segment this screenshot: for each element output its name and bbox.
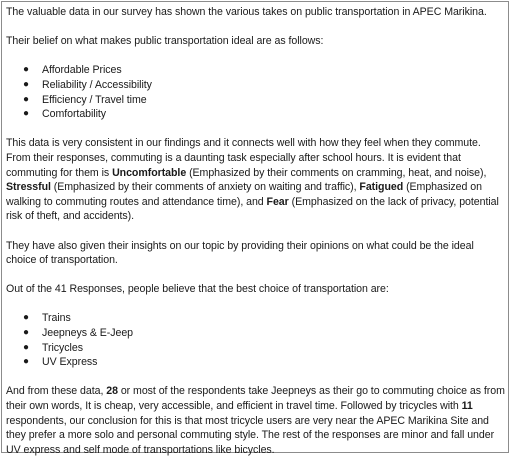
list-item: ● UV Express xyxy=(6,355,506,370)
list-item: ● Jeepneys & E-Jeep xyxy=(6,326,506,341)
list-item-text: Reliability / Accessibility xyxy=(42,78,152,91)
list-item-text: Comfortability xyxy=(42,108,107,121)
insights-paragraph: They have also given their insights on o… xyxy=(6,239,474,267)
responses-paragraph: Out of the 41 Responses, people believe … xyxy=(6,283,389,296)
bullet-icon: ● xyxy=(23,78,29,90)
emphasis-fear: Fear xyxy=(266,195,289,208)
emphasis-fatigued: Fatigued xyxy=(359,181,404,194)
feelings-paragraph: This data is very consistent in our find… xyxy=(6,136,506,224)
list-item: ● Reliability / Accessibility xyxy=(6,78,506,93)
conclusion-paragraph: And from these data, 28 or most of the r… xyxy=(6,384,506,457)
list-item-text: Efficiency / Travel time xyxy=(42,93,147,106)
list-item-text: Affordable Prices xyxy=(42,64,122,77)
list-item-text: Tricycles xyxy=(42,341,83,354)
list-item-text: Jeepneys & E-Jeep xyxy=(42,327,134,340)
emphasis-count-jeepneys: 28 xyxy=(106,385,118,398)
intro-paragraph: The valuable data in our survey has show… xyxy=(6,6,487,18)
list-item-text: UV Express xyxy=(42,356,98,369)
text-run: And from these data, xyxy=(6,385,107,398)
bullet-icon: ● xyxy=(23,64,29,76)
emphasis-count-tricycles: 11 xyxy=(461,400,473,413)
text-run: respondents, our conclusion for this is … xyxy=(6,414,495,456)
text-run: (Emphasized by their comments on crammin… xyxy=(186,166,487,179)
emphasis-stressful: Stressful xyxy=(6,181,51,194)
ideal-heading: Their belief on what makes public transp… xyxy=(6,35,324,48)
list-item-text: Trains xyxy=(42,312,71,325)
bullet-icon: ● xyxy=(23,108,29,120)
document-body: The valuable data in our survey has show… xyxy=(6,5,506,457)
document-frame: The valuable data in our survey has show… xyxy=(1,1,509,456)
transport-list: ● Trains ● Jeepneys & E-Jeep ● Tricycles ● U… xyxy=(6,311,506,369)
list-item: ● Comfortability xyxy=(6,107,506,122)
bullet-icon: ● xyxy=(23,341,29,353)
list-item: ● Tricycles xyxy=(6,341,506,356)
emphasis-uncomfortable: Uncomfortable xyxy=(112,166,187,179)
bullet-icon: ● xyxy=(23,356,29,368)
list-item: ● Trains xyxy=(6,311,506,326)
text-run: (Emphasized by their comments of anxiety… xyxy=(50,181,360,194)
bullet-icon: ● xyxy=(23,312,29,324)
list-item: ● Efficiency / Travel time xyxy=(6,93,506,108)
bullet-icon: ● xyxy=(23,93,29,105)
ideal-list: ● Affordable Prices ● Reliability / Access… xyxy=(6,63,506,121)
list-item: ● Affordable Prices xyxy=(6,63,506,78)
bullet-icon: ● xyxy=(23,327,29,339)
